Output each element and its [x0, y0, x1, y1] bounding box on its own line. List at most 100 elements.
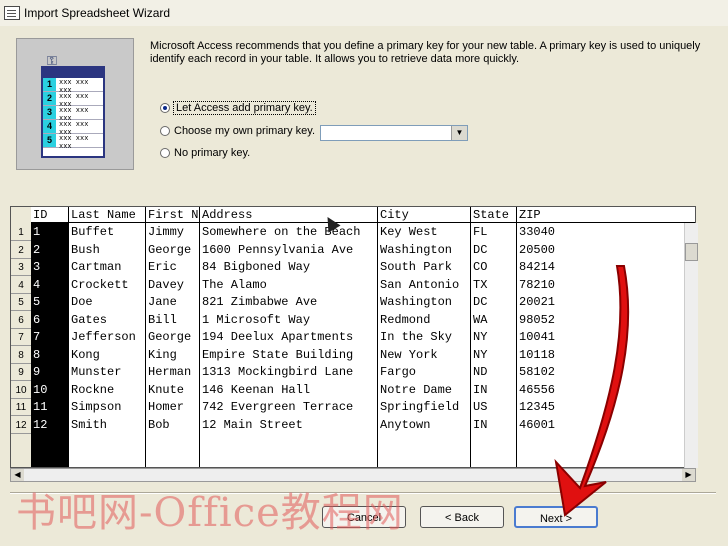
table-cell: 33040	[519, 225, 556, 239]
table-cell: 146 Keenan Hall	[202, 382, 311, 397]
column-header[interactable]: State	[471, 207, 517, 223]
table-cell: Buffet	[71, 225, 115, 239]
table-cell: 9	[33, 365, 41, 379]
row-number[interactable]: 8	[11, 347, 31, 364]
table-cell: 2	[33, 242, 41, 257]
table-cell: 12	[33, 417, 48, 432]
table-cell: In the Sky	[380, 330, 453, 344]
row-number[interactable]: 7	[11, 329, 31, 346]
table-cell: Anytown	[380, 417, 431, 432]
table-cell: CO	[473, 260, 488, 274]
row-number[interactable]: 4	[11, 277, 31, 294]
table-cell: Eric	[148, 260, 177, 274]
table-cell: IN	[473, 417, 488, 432]
row-number[interactable]: 5	[11, 294, 31, 311]
table-cell: Somewhere on the Beach	[202, 225, 361, 239]
table-cell: Washington	[380, 242, 453, 257]
table-cell: 10	[33, 382, 48, 397]
scroll-thumb[interactable]	[685, 243, 698, 261]
back-button[interactable]: < Back	[420, 506, 504, 528]
table-cell: NY	[473, 330, 488, 344]
wizard-description: Microsoft Access recommends that you def…	[150, 40, 701, 65]
table-cell: ND	[473, 365, 488, 379]
table-cell: Kong	[71, 347, 100, 362]
table-cell: 10118	[519, 347, 556, 362]
column-divider	[145, 207, 146, 467]
table-cell: 742 Evergreen Terrace	[202, 400, 354, 414]
table-cell: US	[473, 400, 488, 414]
watermark: 书吧网-Office教程网	[16, 490, 404, 536]
radio-button-icon[interactable]	[160, 126, 170, 136]
row-number[interactable]: 6	[11, 312, 31, 329]
table-icon-row-text: xxx xxx xxx	[59, 135, 89, 151]
table-cell: DC	[473, 242, 488, 257]
column-header[interactable]: ZIP	[517, 207, 695, 223]
table-cell: Empire State Building	[202, 347, 354, 362]
table-cell: 98052	[519, 312, 556, 327]
chevron-down-icon[interactable]: ▼	[451, 126, 467, 140]
table-cell: New York	[380, 347, 438, 362]
table-icon: 1 xxx xxx xxx 2 xxx xxx xxx 3 xxx xxx xxx 4 xxx…	[41, 66, 105, 158]
row-number[interactable]: 11	[11, 399, 31, 416]
column-header[interactable]: ID	[31, 207, 69, 223]
table-icon-row: 3 xxx xxx xxx	[43, 106, 103, 123]
next-button[interactable]: Next >	[514, 506, 598, 528]
table-icon-row: 5 xxx xxx xxx	[43, 134, 103, 151]
table-cell: Davey	[148, 277, 185, 292]
column-header[interactable]: Last Name	[69, 207, 146, 223]
table-cell: The Alamo	[202, 277, 267, 292]
table-cell: 46556	[519, 382, 556, 397]
primary-key-field-select[interactable]: ▼	[320, 125, 468, 141]
row-number[interactable]: 10	[11, 382, 31, 399]
row-number[interactable]: 9	[11, 364, 31, 381]
table-cell: 4	[33, 277, 41, 292]
radio-button-icon[interactable]	[160, 103, 170, 113]
window-title: Import Spreadsheet Wizard	[24, 6, 171, 20]
table-cell: Washington	[380, 295, 453, 309]
table-cell: Notre Dame	[380, 382, 453, 397]
table-cell: Munster	[71, 365, 122, 379]
column-header[interactable]: First N	[146, 207, 200, 223]
table-cell: George	[148, 330, 192, 344]
table-cell: 84214	[519, 260, 556, 274]
table-cell: 20500	[519, 242, 556, 257]
table-cell: WA	[473, 312, 488, 327]
table-cell: 12 Main Street	[202, 417, 303, 432]
table-icon-row-number: 2	[43, 92, 56, 105]
row-number[interactable]: 12	[11, 417, 31, 434]
data-preview-grid[interactable]: 1 2 3 4 5 6 7 8 9 10 11 12 ID Last Name First N Addres…	[10, 206, 696, 468]
vertical-scrollbar[interactable]	[684, 223, 698, 468]
table-cell: Key West	[380, 225, 438, 239]
table-cell: Bush	[71, 242, 100, 257]
row-number[interactable]: 1	[11, 224, 31, 241]
table-cell: DC	[473, 295, 488, 309]
column-header[interactable]: City	[378, 207, 471, 223]
table-cell: Fargo	[380, 365, 417, 379]
table-cell: George	[148, 242, 192, 257]
table-cell: FL	[473, 225, 488, 239]
wizard-icon	[4, 6, 20, 20]
scroll-right-icon[interactable]: ▶	[682, 469, 695, 481]
table-cell: 8	[33, 347, 41, 362]
table-cell: 11	[33, 400, 48, 414]
column-divider	[68, 207, 69, 467]
table-cell: 6	[33, 312, 41, 327]
table-cell: Jefferson	[71, 330, 136, 344]
table-cell: 194 Deelux Apartments	[202, 330, 354, 344]
row-number[interactable]: 2	[11, 242, 31, 259]
table-cell: TX	[473, 277, 488, 292]
row-number[interactable]: 3	[11, 259, 31, 276]
column-header[interactable]: Address	[200, 207, 378, 223]
table-cell: IN	[473, 382, 488, 397]
row-selector-column: 1 2 3 4 5 6 7 8 9 10 11 12	[11, 207, 32, 467]
column-divider	[470, 207, 471, 467]
table-icon-row-number: 1	[43, 78, 56, 91]
table-cell: Gates	[71, 312, 108, 327]
table-cell: 46001	[519, 417, 556, 432]
radio-button-icon[interactable]	[160, 148, 170, 158]
table-cell: Herman	[148, 365, 192, 379]
table-cell: 78210	[519, 277, 556, 292]
column-divider	[377, 207, 378, 467]
table-cell: Homer	[148, 400, 185, 414]
table-cell: 7	[33, 330, 41, 344]
